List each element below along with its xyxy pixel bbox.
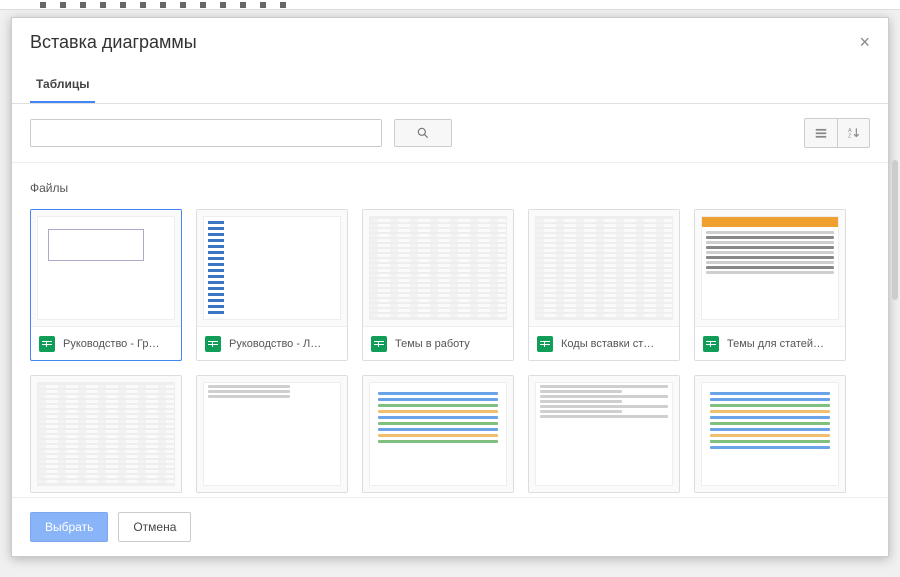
file-thumbnail [31, 210, 181, 326]
file-thumbnail [197, 376, 347, 492]
cancel-button[interactable]: Отмена [118, 512, 191, 542]
scrollbar-thumb[interactable] [892, 160, 898, 300]
file-card[interactable] [196, 375, 348, 493]
close-button[interactable]: × [859, 32, 870, 53]
file-thumbnail [31, 376, 181, 492]
dialog-footer: Выбрать Отмена [12, 497, 888, 556]
sort-az-icon: AZ [846, 126, 862, 140]
search-input[interactable] [30, 119, 382, 147]
tab-sheets[interactable]: Таблицы [30, 67, 95, 103]
sheets-icon [205, 336, 221, 352]
search-row: AZ [12, 104, 888, 163]
file-card[interactable] [694, 375, 846, 493]
editor-toolbar [0, 0, 900, 10]
file-card[interactable] [362, 375, 514, 493]
file-thumbnail [529, 376, 679, 492]
search-icon [416, 126, 430, 140]
file-card[interactable]: Коды вставки ст… [528, 209, 680, 361]
picker-tabs: Таблицы [12, 67, 888, 104]
sort-button[interactable]: AZ [837, 119, 869, 147]
file-card[interactable] [30, 375, 182, 493]
view-controls: AZ [804, 118, 870, 148]
files-grid: Руководство - Гр… Руководство - Л… Темы … [30, 209, 870, 493]
file-thumbnail [363, 376, 513, 492]
search-button[interactable] [394, 119, 452, 147]
file-thumbnail [363, 210, 513, 326]
svg-text:A: A [848, 128, 852, 134]
file-name: Руководство - Гр… [63, 338, 160, 350]
sheets-icon [703, 336, 719, 352]
select-button[interactable]: Выбрать [30, 512, 108, 542]
dialog-header: Вставка диаграммы × [12, 18, 888, 61]
file-card[interactable]: Руководство - Л… [196, 209, 348, 361]
dialog-title: Вставка диаграммы [30, 32, 870, 53]
sheets-icon [371, 336, 387, 352]
file-thumbnail [529, 210, 679, 326]
files-section-label: Файлы [30, 181, 870, 195]
file-card[interactable]: Темы для статей… [694, 209, 846, 361]
file-thumbnail [695, 376, 845, 492]
file-card[interactable]: Темы в работу [362, 209, 514, 361]
file-scroll-area[interactable]: Файлы Руководство - Гр… Руководство - Л… [12, 163, 888, 497]
file-name: Темы в работу [395, 338, 470, 350]
list-icon [814, 126, 828, 140]
sheets-icon [39, 336, 55, 352]
file-name: Руководство - Л… [229, 338, 321, 350]
insert-chart-dialog: Вставка диаграммы × Таблицы AZ Файлы [11, 17, 889, 557]
list-view-button[interactable] [805, 119, 837, 147]
file-name: Темы для статей… [727, 338, 824, 350]
file-thumbnail [695, 210, 845, 326]
file-thumbnail [197, 210, 347, 326]
sheets-icon [537, 336, 553, 352]
svg-text:Z: Z [848, 134, 852, 140]
file-name: Коды вставки ст… [561, 338, 654, 350]
file-card[interactable]: Руководство - Гр… [30, 209, 182, 361]
file-card[interactable] [528, 375, 680, 493]
